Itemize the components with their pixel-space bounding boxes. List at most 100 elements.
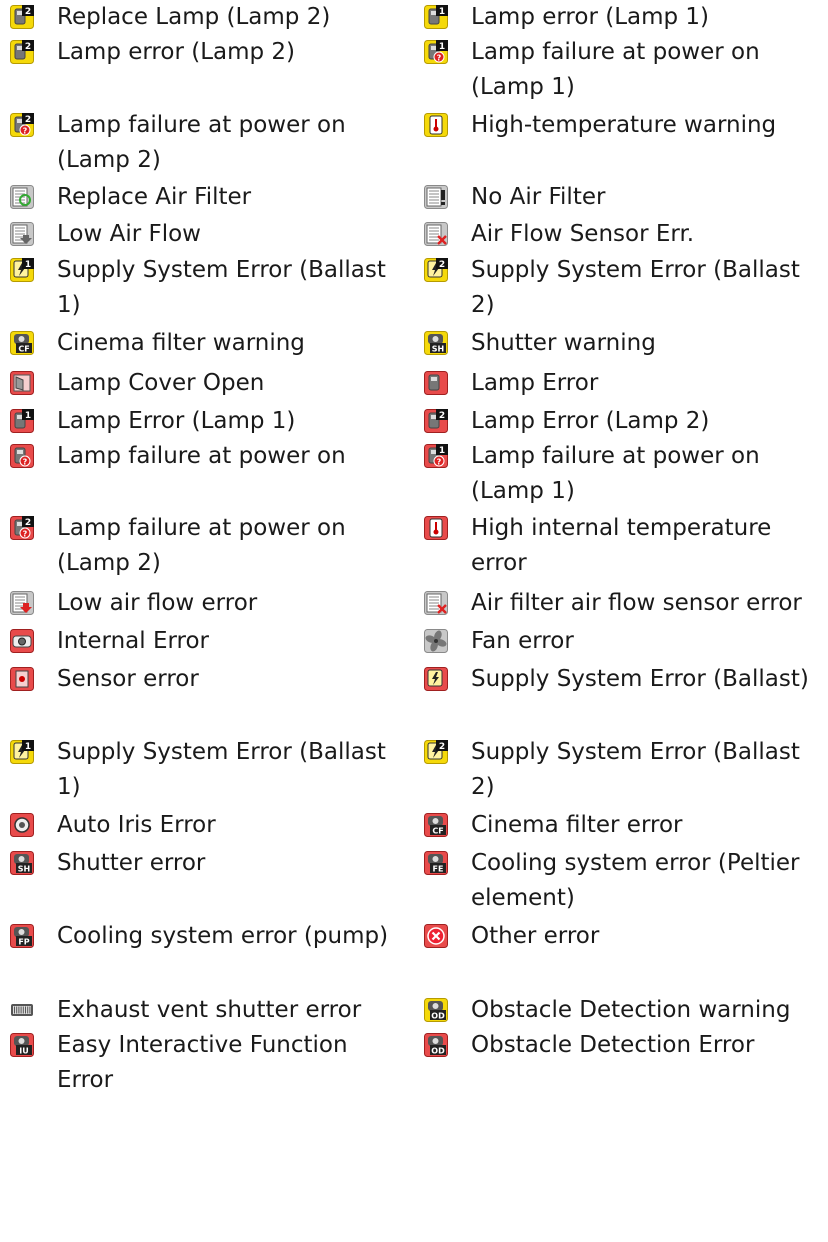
status-entry: FP Cooling system error (pump)	[10, 919, 424, 991]
status-row: Low air flow error Air filter air flow se…	[10, 586, 826, 621]
status-label: Lamp Error	[471, 370, 599, 396]
status-entry: High-temperature warning	[424, 108, 826, 180]
status-label: Air Flow Sensor Err.	[471, 221, 695, 247]
lamp-error-icon	[424, 371, 448, 395]
status-entry: Auto Iris Error	[10, 808, 424, 845]
svg-text:2: 2	[25, 518, 31, 528]
status-label: Lamp failure at power on (Lamp 1)	[471, 443, 760, 504]
status-entry: ? 2 Lamp failure at power on (Lamp 2)	[10, 511, 424, 583]
lamp-1-error-icon: 1	[10, 409, 34, 433]
status-label: Supply System Error (Ballast)	[471, 666, 809, 692]
status-entry: Air filter air flow sensor error	[424, 586, 826, 621]
status-entry: Other error	[424, 919, 826, 991]
status-entry: OD Obstacle Detection Error	[424, 1028, 826, 1098]
lamp-2-failure-error-icon: ? 2	[10, 516, 34, 540]
status-label: Lamp error (Lamp 2)	[57, 39, 296, 65]
status-entry: Air Flow Sensor Err.	[424, 217, 826, 252]
svg-text:2: 2	[439, 260, 445, 270]
status-label: Air filter air flow sensor error	[471, 590, 802, 616]
auto-iris-error-icon	[10, 813, 34, 837]
svg-text:2: 2	[439, 742, 445, 752]
status-entry: 1 Lamp Error (Lamp 1)	[10, 404, 424, 439]
lamp-1-failure-error-icon: ? 1	[424, 444, 448, 468]
status-label: Cooling system error (pump)	[57, 923, 389, 949]
status-entry: SH Shutter warning	[424, 326, 826, 363]
thermometer-error-icon	[424, 516, 448, 540]
status-label: Replace Lamp (Lamp 2)	[57, 4, 331, 30]
svg-text:1: 1	[25, 260, 31, 270]
status-row: Exhaust vent shutter error OD Obstacle Det…	[10, 993, 826, 1028]
interactive-error-icon: IU	[10, 1033, 34, 1057]
status-entry: Lamp Cover Open	[10, 366, 424, 401]
status-entry: 1 Lamp error (Lamp 1)	[424, 0, 826, 35]
svg-text:2: 2	[25, 42, 31, 52]
svg-text:?: ?	[437, 54, 442, 63]
exhaust-vent-icon	[10, 998, 34, 1022]
status-label: Easy Interactive Function Error	[57, 1032, 348, 1093]
status-row: Lamp Cover Open Lamp Error	[10, 366, 826, 401]
status-label: Internal Error	[57, 628, 210, 654]
status-label: Exhaust vent shutter error	[57, 997, 362, 1023]
status-label: No Air Filter	[471, 184, 606, 210]
status-entry: Supply System Error (Ballast)	[424, 662, 826, 734]
status-entry: 1 Supply System Error (Ballast 1)	[10, 735, 424, 807]
svg-text:1: 1	[439, 7, 445, 17]
status-label: Cinema filter warning	[57, 330, 305, 356]
lamp-2-error-icon: 2	[424, 409, 448, 433]
lamp-1-failure-icon: ? 1	[424, 40, 448, 64]
status-entry: ? 1 Lamp failure at power on (Lamp 1)	[424, 35, 826, 107]
status-label: Lamp failure at power on (Lamp 2)	[57, 112, 346, 173]
status-label: Lamp Error (Lamp 1)	[57, 408, 296, 434]
status-entry: 2 Lamp error (Lamp 2)	[10, 35, 424, 107]
lamp-cover-open-icon	[10, 371, 34, 395]
svg-text:1: 1	[25, 411, 31, 421]
other-error-icon	[424, 924, 448, 948]
status-label: Supply System Error (Ballast 2)	[471, 257, 800, 318]
svg-text:2: 2	[25, 115, 31, 125]
airflow-sensor-error-icon	[424, 591, 448, 615]
svg-text:?: ?	[23, 127, 28, 136]
airflow-sensor-error-icon	[424, 222, 448, 246]
status-entry: Sensor error	[10, 662, 424, 734]
status-entry: Lamp Error	[424, 366, 826, 401]
shutter-warning-icon: SH	[424, 331, 448, 355]
status-entry: SH Shutter error	[10, 846, 424, 918]
low-airflow-error-icon	[10, 591, 34, 615]
svg-text:CF: CF	[432, 827, 443, 836]
status-row: 2 Lamp error (Lamp 2)? 1 Lamp failure at po…	[10, 35, 826, 107]
status-label: Lamp failure at power on (Lamp 1)	[471, 39, 760, 100]
ballast-2-warning-icon: 2	[424, 258, 448, 282]
status-row: FP Cooling system error (pump) Other error	[10, 919, 826, 991]
status-entry: Replace Air Filter	[10, 180, 424, 215]
obstacle-warning-icon: OD	[424, 998, 448, 1022]
status-label: Cinema filter error	[471, 812, 683, 838]
status-label: Sensor error	[57, 666, 199, 692]
peltier-error-icon: FE	[424, 851, 448, 875]
status-row: ? Lamp failure at power on? 1 Lamp failure …	[10, 439, 826, 511]
svg-text:FP: FP	[18, 938, 29, 947]
svg-text:SH: SH	[18, 865, 30, 874]
status-entry: No Air Filter	[424, 180, 826, 215]
status-entry: Internal Error	[10, 624, 424, 661]
svg-text:2: 2	[25, 7, 31, 17]
svg-text:OD: OD	[431, 1012, 445, 1021]
sensor-error-icon	[10, 667, 34, 691]
status-entry: ? 2 Lamp failure at power on (Lamp 2)	[10, 108, 424, 180]
status-label: Supply System Error (Ballast 2)	[471, 739, 800, 800]
svg-text:1: 1	[439, 42, 445, 52]
status-label: Supply System Error (Ballast 1)	[57, 257, 386, 318]
svg-text:?: ?	[23, 530, 28, 539]
status-label: Obstacle Detection Error	[471, 1032, 755, 1058]
status-label: Low air flow error	[57, 590, 258, 616]
status-label: Lamp Cover Open	[57, 370, 265, 396]
no-filter-icon	[424, 185, 448, 209]
status-row: SH Shutter error FE Cooling system error (P…	[10, 846, 826, 918]
fan-error-icon	[424, 629, 448, 653]
status-row: Internal Error Fan error	[10, 624, 826, 661]
ballast-1-warning-icon: 1	[10, 740, 34, 764]
ballast-error-icon	[424, 667, 448, 691]
pump-error-icon: FP	[10, 924, 34, 948]
status-entry: Fan error	[424, 624, 826, 661]
status-row: Sensor error Supply System Error (Ballast…	[10, 662, 826, 734]
ballast-2-warning-icon: 2	[424, 740, 448, 764]
